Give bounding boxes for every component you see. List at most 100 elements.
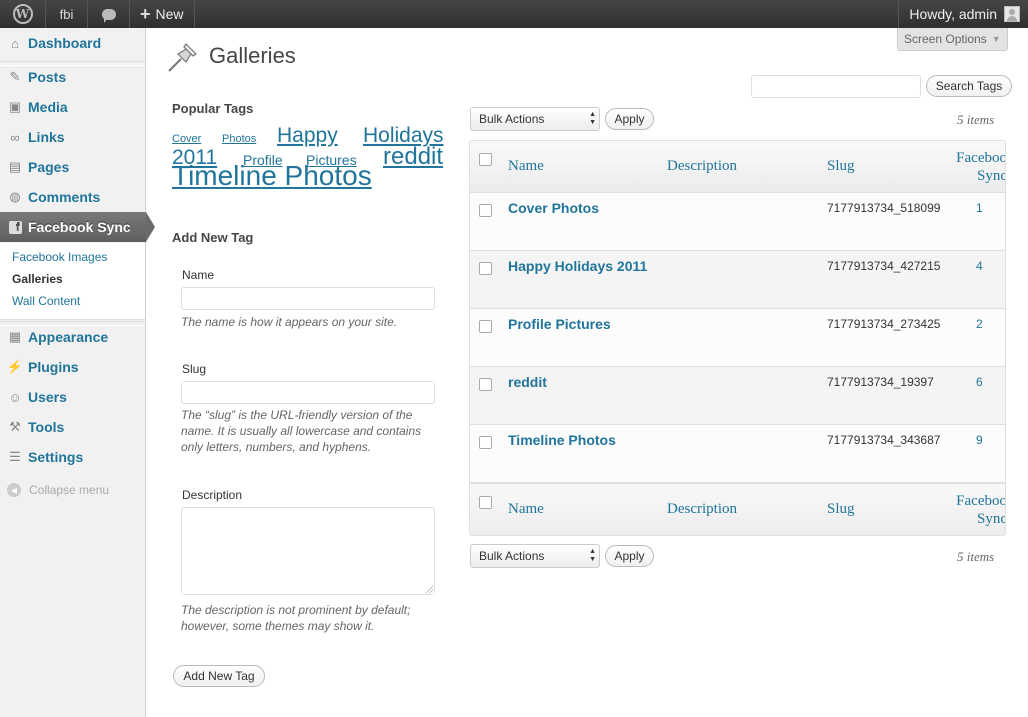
menu-tools[interactable]: ⚒ Tools	[0, 412, 145, 442]
select-all-checkbox[interactable]	[479, 153, 492, 166]
column-description[interactable]: Description	[667, 158, 737, 175]
row-count-link[interactable]: 9	[976, 433, 983, 447]
select-arrows-icon: ▲ ▼	[589, 111, 596, 126]
row-slug: 7177913734_273425	[827, 317, 941, 331]
submenu-facebook-images[interactable]: Facebook Images	[12, 250, 107, 264]
plugin-icon: ⚡	[6, 359, 24, 374]
name-input[interactable]	[181, 287, 435, 310]
bulk-actions-select-top[interactable]: Bulk Actions ▲ ▼	[470, 107, 600, 131]
page-title: Galleries	[209, 43, 296, 68]
row-count-link[interactable]: 4	[976, 259, 983, 273]
row-checkbox[interactable]	[479, 320, 492, 333]
row-name-link[interactable]: Profile Pictures	[508, 316, 611, 332]
menu-posts[interactable]: ✎ Posts	[0, 62, 145, 92]
column-name-footer[interactable]: Name	[508, 501, 544, 518]
resize-handle-icon[interactable]	[426, 586, 433, 593]
row-count-link[interactable]: 1	[976, 201, 983, 215]
howdy-text: Howdy, admin	[909, 6, 997, 22]
submenu-wall-content[interactable]: Wall Content	[12, 294, 80, 308]
row-name-link[interactable]: reddit	[508, 374, 547, 390]
plus-icon: +	[140, 3, 151, 24]
site-name-link[interactable]: fbi	[46, 0, 88, 28]
settings-icon: ☰	[9, 449, 21, 464]
row-slug: 7177913734_19397	[827, 375, 934, 389]
row-slug: 7177913734_343687	[827, 433, 941, 447]
slug-label: Slug	[182, 362, 207, 376]
bulk-actions-value: Bulk Actions	[479, 112, 545, 126]
facebook-icon: f	[7, 219, 23, 235]
add-new-tag-button[interactable]: Add New Tag	[173, 665, 265, 687]
tag-link[interactable]: reddit	[383, 143, 443, 171]
admin-bar: W fbi + New Howdy, admin	[0, 0, 1028, 28]
items-count-top: 5 items	[957, 112, 995, 127]
row-count-link[interactable]: 6	[976, 375, 983, 389]
apply-button-bottom[interactable]: Apply	[605, 545, 654, 567]
description-help-line: however, some themes may show it.	[181, 619, 375, 633]
column-facebook-sync-footer[interactable]: Faceboo Sync	[940, 492, 1005, 528]
row-checkbox[interactable]	[479, 204, 492, 217]
tag-link[interactable]: Cover	[172, 133, 201, 145]
search-tags-input[interactable]	[751, 75, 921, 98]
menu-label: Posts	[28, 69, 67, 85]
tag-link[interactable]: Happy	[277, 124, 338, 148]
row-name-link[interactable]: Cover Photos	[508, 200, 599, 216]
menu-facebook-sync[interactable]: f Facebook Sync	[0, 212, 155, 242]
collapse-menu-button[interactable]: ◀ Collapse menu	[7, 483, 109, 497]
avatar-icon	[1004, 6, 1020, 22]
menu-settings[interactable]: ☰ Settings	[0, 442, 145, 472]
add-new-tag-heading: Add New Tag	[172, 230, 254, 245]
row-name-link[interactable]: Happy Holidays 2011	[508, 258, 647, 274]
select-all-checkbox-footer[interactable]	[479, 496, 492, 509]
new-content-button[interactable]: + New	[130, 0, 195, 28]
row-checkbox[interactable]	[479, 436, 492, 449]
menu-label: Pages	[28, 159, 70, 175]
column-slug-footer[interactable]: Slug	[827, 501, 855, 518]
admin-menu: ⌂ Dashboard ✎ Posts ▣ Media ∞ Links ▤ Pa…	[0, 28, 155, 717]
row-count-link[interactable]: 2	[976, 317, 983, 331]
tag-link[interactable]: Timeline Photos	[172, 160, 372, 192]
table-footer: Name Description Slug Faceboo Sync	[470, 483, 1005, 535]
column-facebook-sync[interactable]: Faceboo Sync	[940, 149, 1006, 185]
slug-input[interactable]	[181, 381, 435, 404]
column-slug[interactable]: Slug	[827, 158, 855, 175]
row-checkbox[interactable]	[479, 262, 492, 275]
menu-plugins[interactable]: ⚡ Plugins	[0, 352, 145, 382]
menu-appearance[interactable]: ▦ Appearance	[0, 322, 145, 352]
tag-link[interactable]: Photos	[222, 133, 256, 145]
media-icon: ▣	[8, 99, 22, 114]
description-textarea[interactable]	[181, 507, 435, 595]
pushpin-icon	[168, 43, 197, 72]
column-description-footer[interactable]: Description	[667, 501, 737, 518]
comments-button[interactable]	[88, 0, 130, 28]
pushpin-icon: ✎	[9, 69, 21, 84]
menu-dashboard[interactable]: ⌂ Dashboard	[0, 28, 145, 58]
account-menu[interactable]: Howdy, admin	[898, 0, 1028, 28]
comment-bubble-icon	[101, 8, 116, 23]
slug-description-line: name. It is usually all lowercase and co…	[181, 424, 422, 438]
row-checkbox[interactable]	[479, 378, 492, 391]
bulk-actions-select-bottom[interactable]: Bulk Actions ▲ ▼	[470, 544, 600, 568]
popular-tags-heading: Popular Tags	[172, 101, 254, 116]
submenu-galleries[interactable]: Galleries	[12, 272, 63, 286]
wordpress-logo-button[interactable]: W	[0, 0, 46, 28]
name-label: Name	[182, 268, 215, 282]
menu-media[interactable]: ▣ Media	[0, 92, 145, 122]
link-icon: ∞	[10, 129, 20, 145]
menu-label: Appearance	[28, 329, 109, 345]
slug-description-line: The “slug” is the URL-friendly version o…	[181, 408, 413, 422]
row-slug: 7177913734_427215	[827, 259, 941, 273]
column-facebook-sync-line: Sync	[977, 168, 1006, 184]
apply-button-top[interactable]: Apply	[605, 108, 654, 130]
search-tags-button[interactable]: Search Tags	[926, 75, 1012, 97]
comment-icon: ◍	[9, 189, 21, 204]
select-arrows-icon: ▲ ▼	[589, 548, 596, 563]
row-slug: 7177913734_518099	[827, 201, 941, 215]
menu-pages[interactable]: ▤ Pages	[0, 152, 145, 182]
column-name[interactable]: Name	[508, 158, 544, 175]
menu-links[interactable]: ∞ Links	[0, 122, 145, 152]
bulk-actions-value: Bulk Actions	[479, 549, 545, 563]
menu-users[interactable]: ☺ Users	[0, 382, 145, 412]
screen-options-button[interactable]: Screen Options ▼	[897, 28, 1008, 51]
menu-comments[interactable]: ◍ Comments	[0, 182, 145, 212]
row-name-link[interactable]: Timeline Photos	[508, 432, 616, 448]
